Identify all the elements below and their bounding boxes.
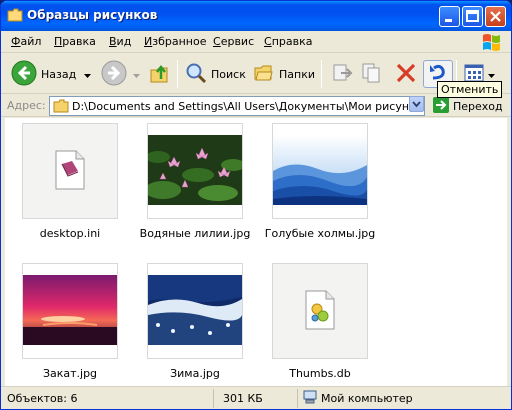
minimize-button[interactable]	[439, 6, 460, 27]
maximize-button[interactable]	[462, 6, 483, 27]
address-label: Адрес:	[7, 99, 46, 112]
menu-file[interactable]: Файл	[11, 35, 41, 48]
window-title: Образцы рисунков	[27, 8, 158, 22]
copy-to-icon	[361, 62, 383, 87]
file-view[interactable]: desktop.ini Водяные лилии.jpg Голубые хо…	[5, 118, 507, 386]
sunset-image	[23, 274, 117, 348]
delete-x-icon	[395, 62, 417, 87]
ini-file-icon	[54, 150, 86, 193]
search-icon	[185, 62, 207, 87]
move-to-icon	[331, 62, 353, 87]
file-name: Водяные лилии.jpg	[139, 227, 251, 240]
file-name: Зима.jpg	[170, 367, 220, 380]
up-folder-button[interactable]	[149, 60, 171, 88]
folders-label: Папки	[279, 67, 315, 81]
water-lilies-image	[145, 134, 245, 208]
db-file-icon	[304, 290, 336, 333]
address-dropdown-button[interactable]	[409, 96, 424, 112]
file-thumbnail	[147, 263, 243, 359]
blue-hills-image	[273, 134, 367, 208]
winter-image	[148, 274, 242, 348]
file-thumbnail	[22, 123, 118, 219]
file-thumbnail	[272, 123, 368, 219]
folder-icon	[7, 8, 23, 25]
forward-arrow-icon	[101, 60, 127, 89]
status-object-count: Объектов: 6	[7, 392, 78, 405]
address-input[interactable]: D:\Documents and Settings\All Users\Доку…	[49, 96, 425, 116]
title-bar[interactable]: Образцы рисунков	[1, 1, 511, 31]
toolbar-separator	[177, 60, 178, 88]
status-location: Мой компьютер	[321, 392, 413, 405]
chevron-down-icon[interactable]	[133, 68, 140, 81]
file-item[interactable]: Закат.jpg	[10, 263, 130, 380]
back-arrow-icon	[11, 60, 37, 89]
menu-favorites[interactable]: Избранное	[144, 35, 206, 48]
close-button[interactable]	[485, 6, 506, 27]
status-separator	[213, 389, 214, 408]
copy-to-button[interactable]	[361, 60, 383, 88]
delete-button[interactable]	[395, 60, 417, 88]
file-name: Thumbs.db	[289, 367, 351, 380]
file-name: desktop.ini	[39, 227, 101, 240]
computer-icon	[303, 390, 317, 407]
folders-button[interactable]: Папки	[253, 60, 315, 88]
status-separator	[297, 389, 298, 408]
go-button[interactable]: Переход	[433, 97, 503, 116]
file-thumbnail	[272, 263, 368, 359]
file-thumbnail	[22, 263, 118, 359]
file-name: Голубые холмы.jpg	[264, 227, 376, 240]
menu-edit[interactable]: Правка	[54, 35, 96, 48]
folder-icon	[53, 99, 69, 115]
status-bar: Объектов: 6 301 КБ Мой компьютер	[1, 386, 511, 409]
file-item[interactable]: Thumbs.db	[260, 263, 380, 380]
search-label: Поиск	[211, 67, 246, 81]
file-item[interactable]: Зима.jpg	[135, 263, 255, 380]
status-size: 301 КБ	[223, 392, 263, 405]
toolbar-separator	[321, 60, 322, 88]
menu-help[interactable]: Справка	[264, 35, 312, 48]
file-item[interactable]: desktop.ini	[10, 123, 130, 240]
move-to-button[interactable]	[331, 60, 353, 88]
menu-view[interactable]: Вид	[109, 35, 131, 48]
file-item[interactable]: Водяные лилии.jpg	[135, 123, 255, 240]
file-name: Закат.jpg	[42, 367, 98, 380]
windows-logo-icon	[477, 31, 507, 56]
back-label: Назад	[41, 67, 77, 81]
chevron-down-icon[interactable]	[84, 68, 92, 81]
menu-tools[interactable]: Сервис	[213, 35, 254, 48]
address-bar: Адрес: D:\Documents and Settings\All Use…	[1, 95, 511, 117]
chevron-down-icon	[488, 68, 495, 81]
toolbar: Назад Поиск Папки	[1, 54, 511, 94]
up-folder-icon	[149, 62, 171, 87]
go-arrow-icon	[433, 97, 449, 116]
go-label: Переход	[453, 100, 503, 113]
file-thumbnail	[145, 123, 245, 219]
forward-button[interactable]	[101, 60, 140, 88]
menu-bar: Файл Правка Вид Избранное Сервис Справка	[1, 31, 511, 53]
folders-icon	[253, 62, 275, 87]
file-item[interactable]: Голубые холмы.jpg	[260, 123, 380, 240]
address-path: D:\Documents and Settings\All Users\Доку…	[72, 100, 424, 113]
explorer-window: Образцы рисунков Файл Правка Вид Избранн…	[0, 0, 512, 410]
undo-tooltip: Отменить	[437, 81, 503, 98]
back-button[interactable]: Назад	[11, 60, 92, 89]
search-button[interactable]: Поиск	[185, 60, 246, 88]
